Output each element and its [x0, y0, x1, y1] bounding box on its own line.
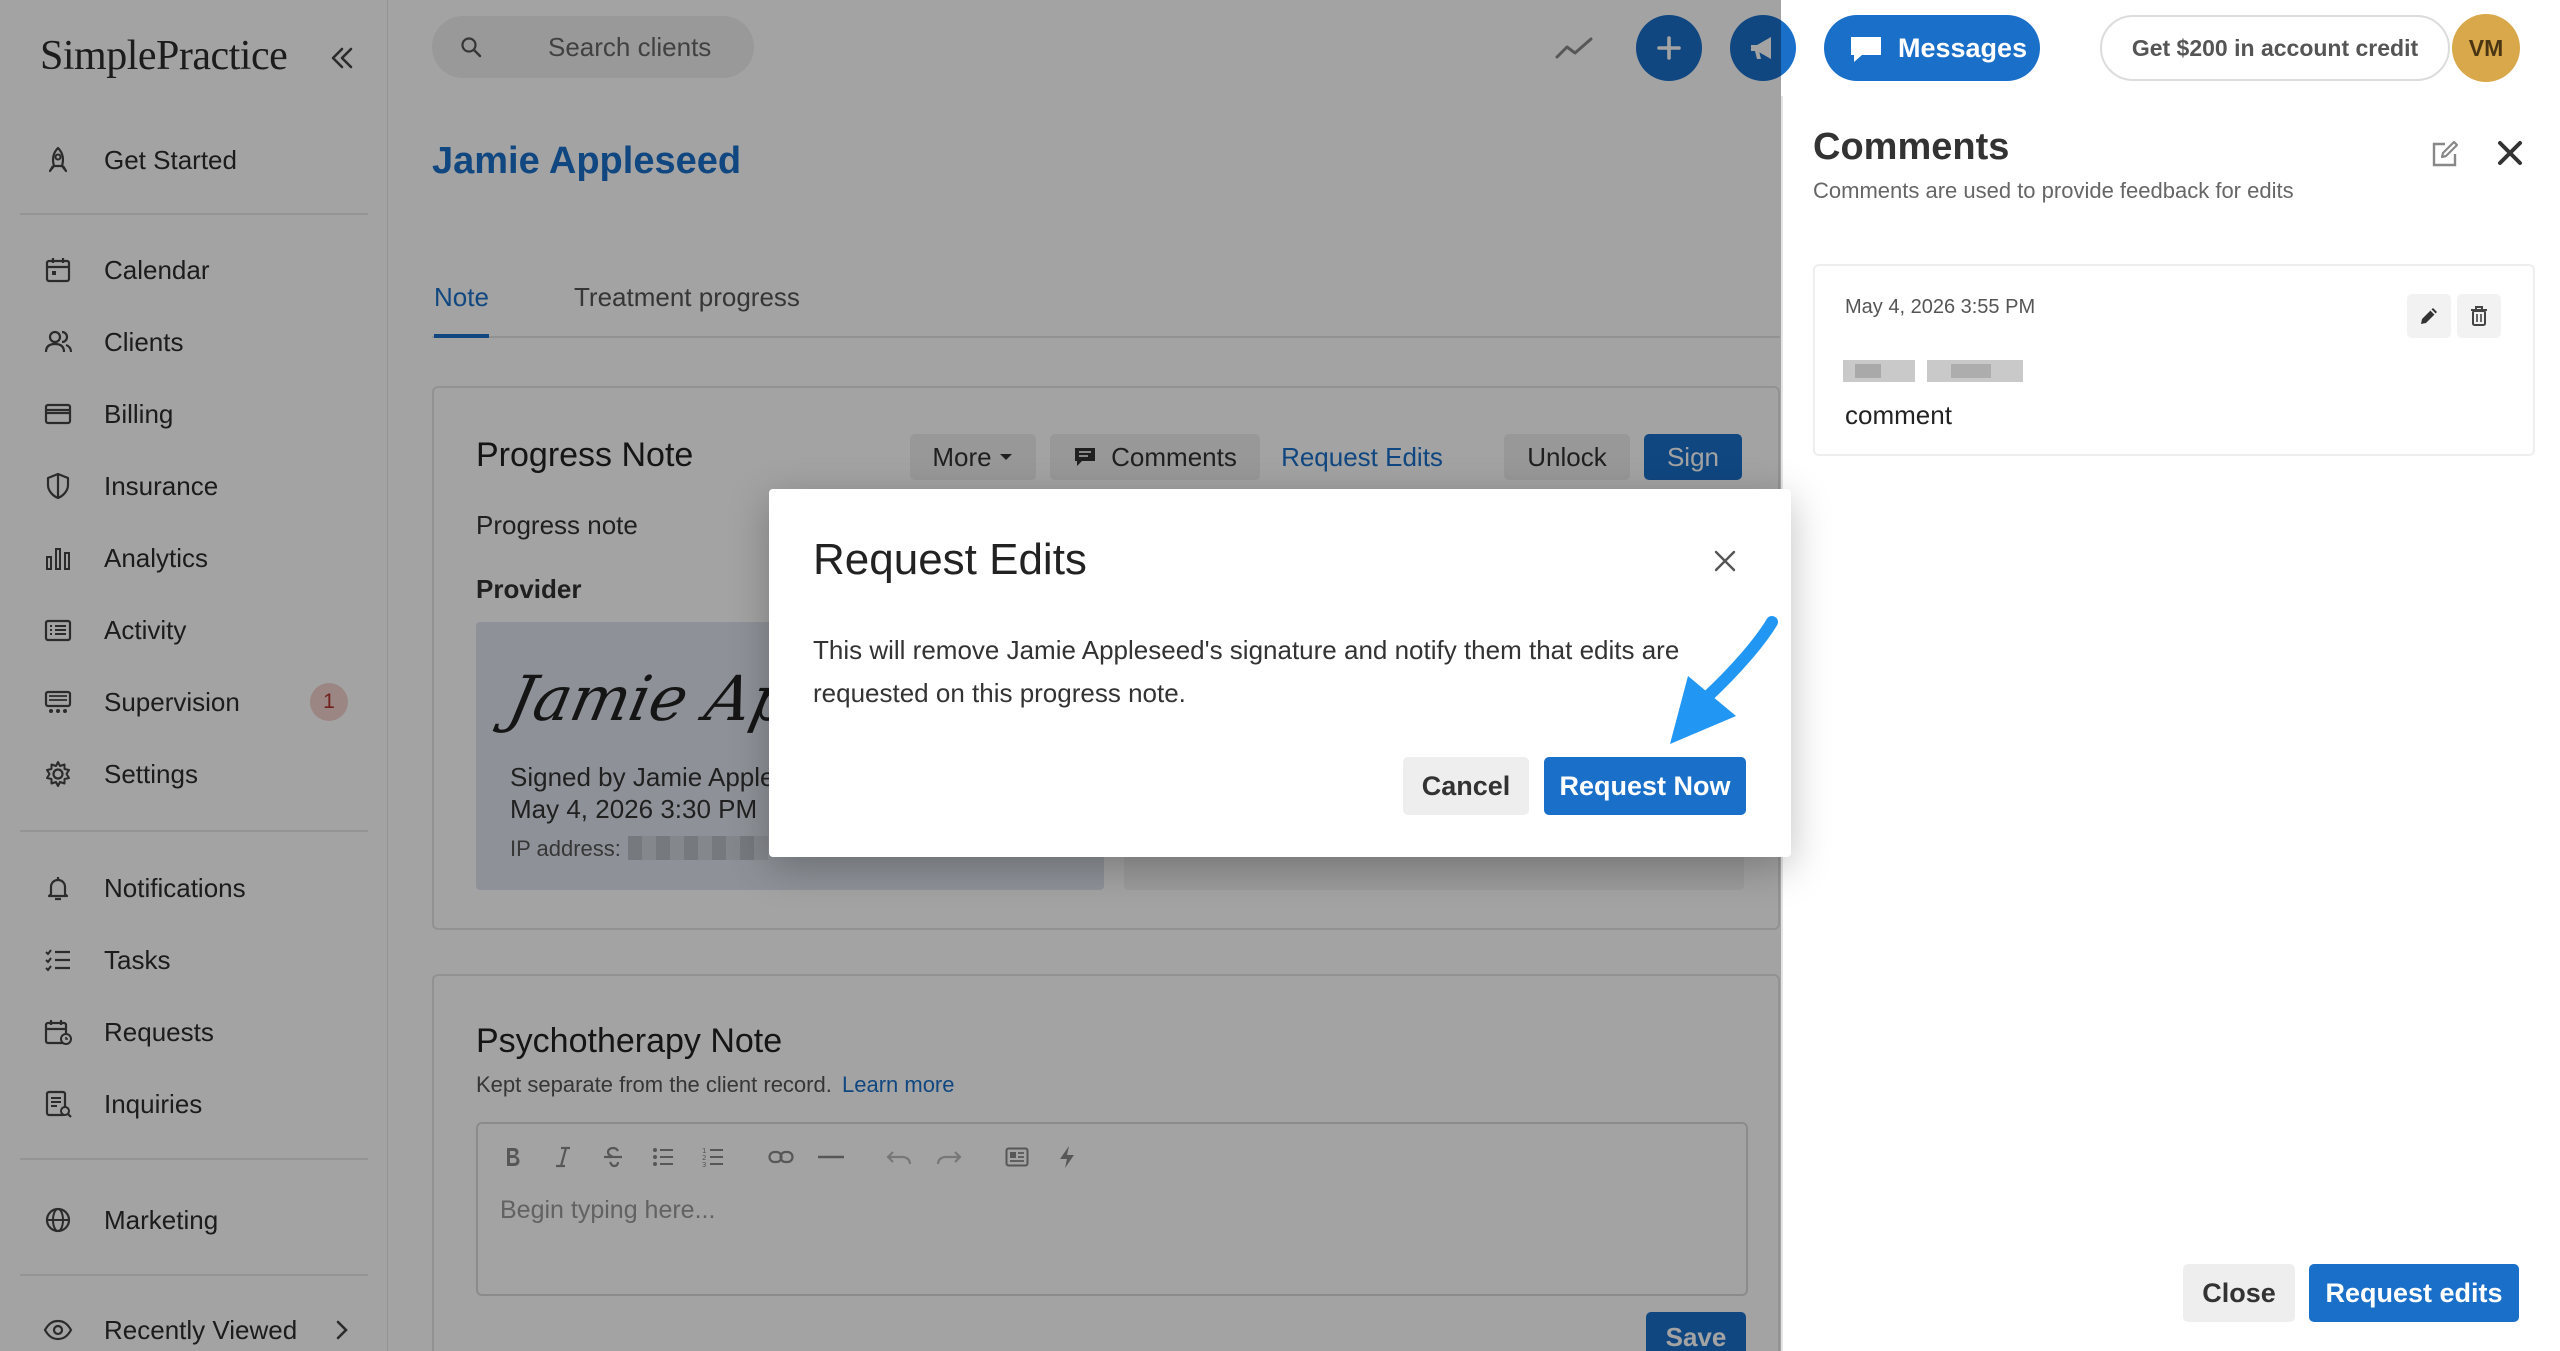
comments-panel-title: Comments — [1813, 126, 2010, 168]
delete-comment-button[interactable] — [2457, 294, 2501, 338]
annotation-arrow-icon — [1670, 616, 1778, 744]
chat-bubble-icon — [1851, 37, 1881, 62]
request-now-button[interactable]: Request Now — [1544, 757, 1746, 815]
request-edits-modal: Request Edits This will remove Jamie App… — [769, 489, 1791, 857]
edit-comment-button[interactable] — [2407, 294, 2451, 338]
messages-label: Messages — [1898, 32, 2028, 63]
comment-date: May 4, 2026 3:55 PM — [1845, 296, 2036, 318]
comment-text: comment — [1845, 400, 1952, 430]
modal-message: This will remove Jamie Appleseed's signa… — [813, 635, 1680, 708]
messages-button[interactable]: Messages — [1824, 15, 2040, 81]
comments-panel-subtitle: Comments are used to provide feedback fo… — [1813, 178, 2294, 203]
comments-panel: Comments Comments are used to provide fe… — [1781, 96, 2560, 1351]
close-icon — [2498, 141, 2522, 165]
modal-title: Request Edits — [813, 535, 1087, 584]
account-credit-button[interactable]: Get $200 in account credit — [2100, 15, 2450, 81]
comments-close-button[interactable]: Close — [2183, 1264, 2295, 1322]
modal-close-button[interactable] — [1709, 545, 1741, 577]
close-icon — [1714, 550, 1736, 572]
comment-author-redacted — [1843, 358, 2023, 384]
avatar[interactable]: VM — [2452, 14, 2520, 82]
compose-icon — [2432, 140, 2459, 167]
pencil-icon — [2421, 308, 2437, 324]
close-comments-button[interactable] — [2493, 136, 2531, 174]
trash-icon — [2471, 306, 2487, 326]
comments-request-edits-button[interactable]: Request edits — [2309, 1264, 2519, 1322]
new-comment-button[interactable] — [2429, 138, 2465, 174]
cancel-button[interactable]: Cancel — [1403, 757, 1529, 815]
comment-item: May 4, 2026 3:55 PM comment — [1813, 264, 2535, 456]
